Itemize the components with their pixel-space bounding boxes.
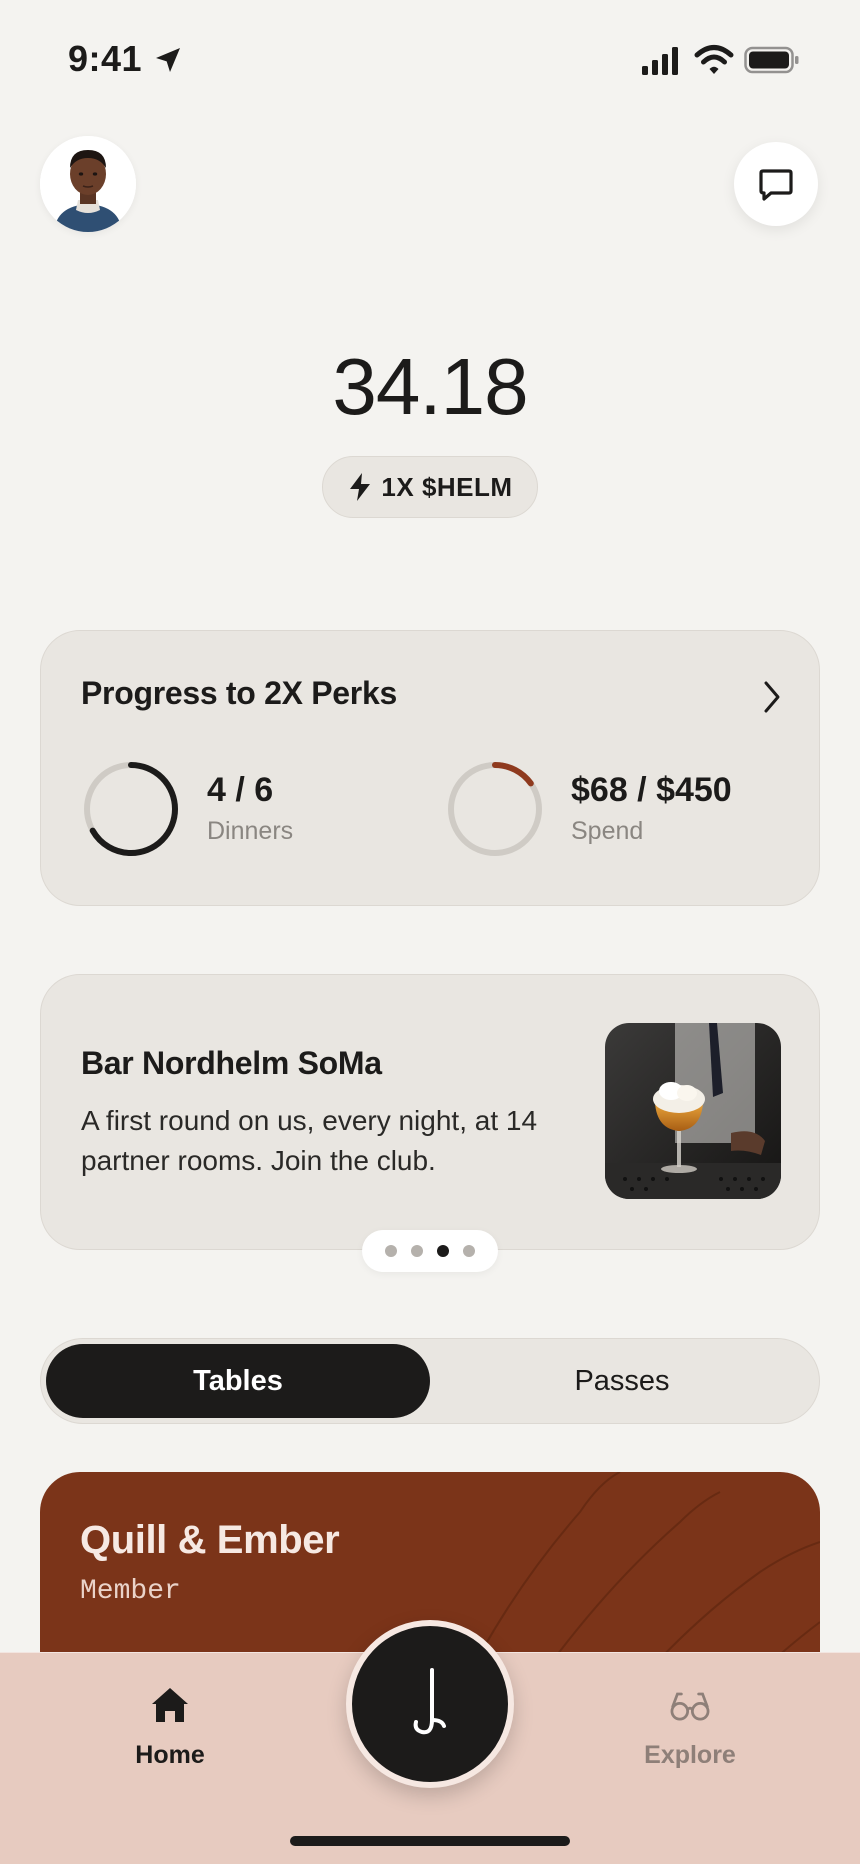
dinners-progress-ring [84,762,178,856]
spend-value: $68 / $450 [571,771,732,809]
spend-progress-ring [448,762,542,856]
home-indicator[interactable] [290,1836,570,1846]
pager-dot[interactable] [385,1245,397,1257]
tab-passes[interactable]: Passes [430,1344,814,1418]
pager-dot[interactable] [411,1245,423,1257]
wifi-icon [694,45,734,74]
tab-home[interactable]: Home [90,1683,250,1770]
house-icon [152,1688,188,1722]
balance-value: 34.18 [332,342,528,431]
progress-title: Progress to 2X Perks [81,675,397,711]
chat-bubble-icon [759,169,793,201]
dinners-value: 4 / 6 [207,771,274,809]
member-card-name: Quill & Ember [80,1518,340,1562]
glasses-icon [670,1692,710,1721]
hook-icon [413,1668,446,1735]
tables-passes-toggle: Tables Passes [40,1338,820,1424]
multiplier-label: 1X $HELM [381,471,513,502]
pager-dot[interactable] [463,1245,475,1257]
user-avatar-image [40,136,136,232]
tab-explore-label: Explore [644,1741,736,1769]
promo-body: A first round on us, every night, at 14 … [81,1105,538,1176]
tab-home-label: Home [135,1741,205,1769]
chat-button[interactable] [734,142,818,226]
lightning-bolt-icon [350,473,371,501]
tab-tables[interactable]: Tables [46,1344,430,1418]
promo-card[interactable]: Bar Nordhelm SoMa A first round on us, e… [40,974,820,1250]
multiplier-badge[interactable]: 1X $HELM [322,456,538,518]
cocktail-photo [605,1023,781,1199]
battery-icon [744,46,799,74]
status-bar: 9:41 [0,0,860,120]
pager-dot-active[interactable] [437,1245,449,1257]
chevron-right-icon[interactable] [757,677,787,717]
dinners-label: Dinners [207,817,294,845]
tab-explore[interactable]: Explore [610,1683,770,1770]
promo-title: Bar Nordhelm SoMa [81,1045,382,1081]
cellular-signal-icon [642,47,678,75]
avatar[interactable] [40,136,136,232]
center-action-button[interactable] [346,1620,514,1788]
member-card-tier: Member [80,1576,181,1607]
spend-label: Spend [571,817,644,845]
status-time: 9:41 [68,38,143,79]
carousel-pager[interactable] [362,1230,498,1272]
location-arrow-icon [156,48,180,72]
progress-card[interactable]: Progress to 2X Perks 4 / 6 Dinners $68 /… [40,630,820,906]
promo-image [605,1023,781,1199]
